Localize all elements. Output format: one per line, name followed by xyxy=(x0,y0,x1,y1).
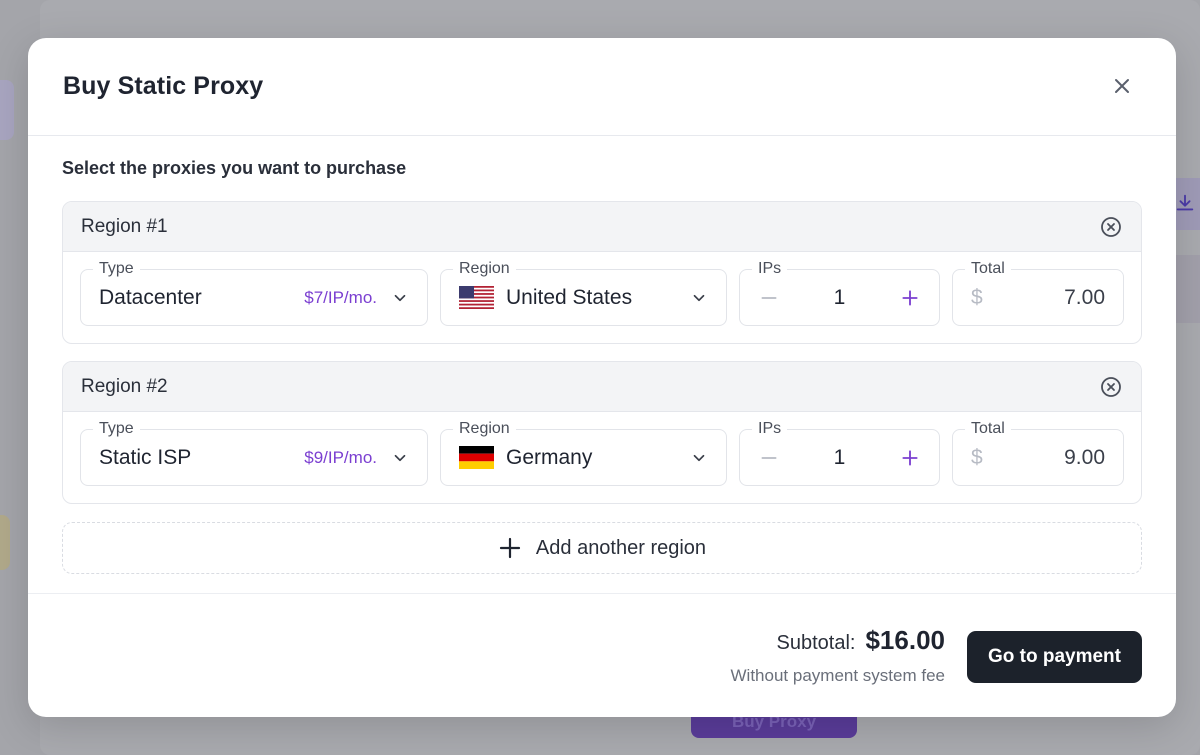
background-left-tab xyxy=(0,80,14,140)
ips-count: 1 xyxy=(833,285,846,309)
minus-icon xyxy=(761,296,777,299)
type-value: Static ISP xyxy=(99,445,192,469)
download-icon xyxy=(1176,194,1194,211)
modal-subtitle: Select the proxies you want to purchase xyxy=(62,158,407,178)
remove-region-button[interactable] xyxy=(1099,215,1123,239)
plus-icon xyxy=(902,449,918,466)
buy-static-proxy-modal: Buy Static Proxy Select the proxies you … xyxy=(28,38,1176,717)
region-header: Region #1 xyxy=(63,202,1141,252)
chevron-down-icon xyxy=(391,449,409,467)
close-button[interactable] xyxy=(1110,74,1134,98)
type-value: Datacenter xyxy=(99,285,202,309)
remove-region-button[interactable] xyxy=(1099,375,1123,399)
add-region-label: Add another region xyxy=(535,536,707,559)
ips-stepper: IPs 1 xyxy=(739,260,940,326)
region-card: Region #1 Type Datacenter $7/IP/mo. Regi… xyxy=(62,201,1142,344)
price-per-ip: $9/IP/mo. xyxy=(304,447,377,467)
ips-label: IPs xyxy=(752,260,788,278)
region-value: United States xyxy=(506,285,633,309)
payment-fee-note: Without payment system fee xyxy=(730,666,945,685)
region-name: Region #2 xyxy=(81,375,168,397)
modal-body: Select the proxies you want to purchase … xyxy=(28,158,1176,574)
ips-stepper: IPs 1 xyxy=(739,420,940,486)
minus-icon xyxy=(761,456,777,459)
region-name: Region #1 xyxy=(81,215,168,237)
subtotal-label: Subtotal: xyxy=(776,632,856,654)
add-region-button[interactable]: Add another region xyxy=(62,522,1142,574)
modal-footer: Subtotal: $16.00 Without payment system … xyxy=(28,593,1176,717)
total-value: 9.00 xyxy=(1064,445,1105,469)
region-fields: Type Static ISP $9/IP/mo. Region Germany… xyxy=(63,412,1141,503)
plus-icon xyxy=(499,537,521,559)
increment-button[interactable] xyxy=(899,287,921,309)
currency-symbol: $ xyxy=(971,445,983,469)
type-select[interactable]: Type Datacenter $7/IP/mo. xyxy=(80,260,428,326)
type-label: Type xyxy=(93,260,140,278)
go-to-payment-button[interactable]: Go to payment xyxy=(967,630,1142,683)
chevron-down-icon xyxy=(690,449,708,467)
modal-title: Buy Static Proxy xyxy=(63,72,264,100)
region-select[interactable]: Region United States xyxy=(440,260,727,326)
region-label: Region xyxy=(453,260,516,278)
ips-count: 1 xyxy=(833,445,846,469)
region-fields: Type Datacenter $7/IP/mo. Region United … xyxy=(63,252,1141,343)
chevron-down-icon xyxy=(391,289,409,307)
decrement-button[interactable] xyxy=(758,447,780,469)
increment-button[interactable] xyxy=(899,447,921,469)
close-icon xyxy=(1115,79,1129,93)
subtotal-block: Subtotal: $16.00 Without payment system … xyxy=(731,625,945,686)
region-select[interactable]: Region Germany xyxy=(440,420,727,486)
region-value: Germany xyxy=(506,445,593,469)
subtotal-value: $16.00 xyxy=(865,625,945,655)
total-value: 7.00 xyxy=(1064,285,1105,309)
total-label: Total xyxy=(965,420,1011,438)
type-select[interactable]: Type Static ISP $9/IP/mo. xyxy=(80,420,428,486)
remove-circle-icon xyxy=(1101,376,1121,397)
us-flag-icon xyxy=(459,286,494,309)
type-label: Type xyxy=(93,420,140,438)
modal-header: Buy Static Proxy xyxy=(28,38,1176,136)
region-card: Region #2 Type Static ISP $9/IP/mo. Regi… xyxy=(62,361,1142,504)
decrement-button[interactable] xyxy=(758,287,780,309)
ips-label: IPs xyxy=(752,420,788,438)
region-header: Region #2 xyxy=(63,362,1141,412)
total-field: Total $ 7.00 xyxy=(952,260,1124,326)
total-field: Total $ 9.00 xyxy=(952,420,1124,486)
price-per-ip: $7/IP/mo. xyxy=(304,287,377,307)
region-label: Region xyxy=(453,420,516,438)
remove-circle-icon xyxy=(1101,216,1121,237)
total-label: Total xyxy=(965,260,1011,278)
de-flag-icon xyxy=(459,446,494,469)
chevron-down-icon xyxy=(690,289,708,307)
plus-icon xyxy=(902,289,918,306)
currency-symbol: $ xyxy=(971,285,983,309)
background-left-tab-2 xyxy=(0,515,10,570)
